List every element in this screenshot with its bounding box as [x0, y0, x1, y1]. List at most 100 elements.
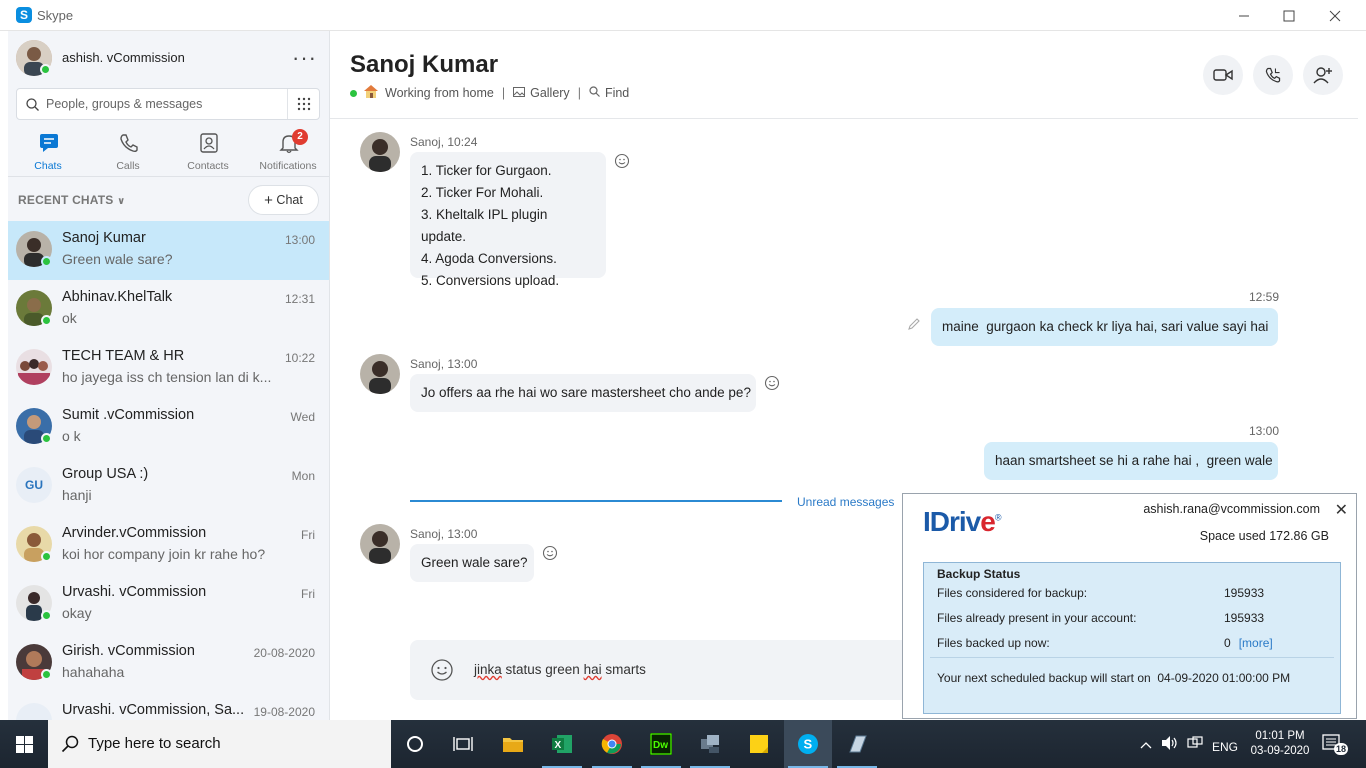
chat-item-urvashi-group[interactable]: Urvashi. vCommission, Sa... 19-08-2020: [8, 693, 329, 720]
more-link[interactable]: [more]: [1239, 636, 1273, 650]
search-box[interactable]: People, groups & messages: [16, 88, 320, 120]
sender-avatar[interactable]: [360, 354, 400, 394]
chat-item-sumit[interactable]: Sumit .vCommission o k Wed: [8, 398, 329, 457]
chat-bubble-icon: [40, 134, 58, 152]
close-icon[interactable]: ✕: [1335, 500, 1348, 520]
tab-chats[interactable]: Chats: [8, 126, 88, 174]
message-time: 12:59: [1249, 290, 1280, 304]
svg-text:Dw: Dw: [653, 740, 668, 751]
chrome-app[interactable]: [588, 720, 636, 768]
taskbar-search-placeholder: Type here to search: [88, 735, 221, 752]
chat-preview: ho jayega iss ch tension lan di k...: [62, 369, 272, 385]
chat-item-group-usa[interactable]: GU Group USA :) hanji Mon: [8, 457, 329, 516]
conversation-meta: Working from home | Gallery | Find: [350, 84, 629, 102]
start-button[interactable]: [0, 720, 48, 768]
skype-logo-icon: S: [16, 7, 32, 23]
volume-button[interactable]: [1161, 735, 1179, 754]
system-clock[interactable]: 01:01 PM 03-09-2020: [1245, 729, 1315, 759]
excel-app[interactable]: X: [538, 720, 586, 768]
conversation-title[interactable]: Sanoj Kumar: [350, 51, 498, 79]
chat-item-sanoj-kumar[interactable]: Sanoj Kumar Green wale sare? 13:00: [8, 221, 329, 280]
chevron-up-icon: [1140, 742, 1152, 749]
react-emoji-icon[interactable]: [764, 375, 780, 391]
backup-status-panel: Backup Status Files considered for backu…: [923, 562, 1341, 714]
status-text[interactable]: Working from home: [385, 86, 494, 100]
clock-time: 01:01 PM: [1255, 730, 1305, 742]
show-hidden-icons-button[interactable]: [1140, 738, 1152, 752]
online-status-dot: [41, 551, 52, 562]
react-emoji-icon[interactable]: [614, 153, 630, 169]
notification-count: 18: [1334, 743, 1349, 755]
avatar: [16, 703, 52, 720]
close-button[interactable]: [1312, 0, 1358, 31]
chat-item-arvinder[interactable]: Arvinder.vCommission koi hor company joi…: [8, 516, 329, 575]
dreamweaver-app[interactable]: Dw: [637, 720, 685, 768]
maximize-button[interactable]: [1266, 0, 1312, 31]
file-explorer-app[interactable]: [489, 720, 537, 768]
chat-item-abhinav[interactable]: Abhinav.KhelTalk ok 12:31: [8, 280, 329, 339]
sender-avatar[interactable]: [360, 524, 400, 564]
svg-text:S: S: [804, 737, 813, 752]
find-link[interactable]: Find: [605, 86, 629, 100]
new-chat-button[interactable]: + Chat: [248, 185, 319, 215]
compose-text: smarts: [601, 662, 646, 677]
sticky-notes-app[interactable]: [735, 720, 783, 768]
chat-item-urvashi[interactable]: Urvashi. vCommission okay Fri: [8, 575, 329, 634]
language-indicator[interactable]: ENG: [1212, 740, 1238, 754]
chat-item-tech-team[interactable]: TECH TEAM & HR ho jayega iss ch tension …: [8, 339, 329, 398]
recent-chats-header[interactable]: RECENT CHATS ∨: [18, 193, 125, 207]
tab-notifications[interactable]: 2 Notifications: [248, 126, 328, 174]
message-bubble[interactable]: Jo offers aa rhe hai wo sare mastersheet…: [410, 374, 756, 412]
message-line: 3. Kheltalk IPL plugin update.: [421, 207, 548, 244]
chat-time: Fri: [301, 587, 315, 601]
chat-preview: hahahaha: [62, 664, 125, 680]
idrive-logo-text: IDriv: [923, 506, 981, 537]
sender-avatar[interactable]: [360, 132, 400, 172]
minimize-button[interactable]: [1221, 0, 1267, 31]
idrive-space-used: Space used 172.86 GB: [1199, 529, 1329, 543]
more-options-icon[interactable]: ···: [292, 45, 317, 71]
profile-name[interactable]: ashish. vCommission: [62, 50, 185, 65]
message-bubble-outgoing[interactable]: maine gurgaon ka check kr liya hai, sari…: [931, 308, 1278, 346]
chat-name: Girish. vCommission: [62, 643, 195, 659]
unread-label: Unread messages: [797, 495, 895, 509]
message-bubble[interactable]: Green wale sare?: [410, 544, 534, 582]
idrive-app[interactable]: [833, 720, 881, 768]
backup-row-value: 195933: [1224, 586, 1265, 600]
compose-text: status green: [501, 662, 584, 677]
chat-item-girish[interactable]: Girish. vCommission hahahaha 20-08-2020: [8, 634, 329, 693]
react-emoji-icon[interactable]: [542, 545, 558, 561]
action-center-button[interactable]: 18: [1322, 734, 1349, 757]
message-time: 13:00: [1249, 424, 1280, 438]
audio-call-button[interactable]: [1253, 55, 1293, 95]
emoji-icon[interactable]: [430, 658, 454, 682]
network-app[interactable]: [686, 720, 734, 768]
message-bubble[interactable]: 1. Ticker for Gurgaon. 2. Ticker For Moh…: [410, 152, 606, 288]
skype-icon: S: [798, 734, 818, 754]
compose-input[interactable]: jinka status green hai smarts: [474, 662, 646, 677]
window-title: Skype: [37, 8, 74, 23]
tab-contacts[interactable]: Contacts: [168, 126, 248, 174]
dialpad-button[interactable]: [287, 89, 319, 119]
misspelled-word: jinka: [474, 662, 502, 677]
gallery-link[interactable]: Gallery: [530, 86, 570, 100]
task-view-button[interactable]: [439, 720, 487, 768]
cortana-button[interactable]: [391, 720, 439, 768]
dialpad-icon: [297, 97, 310, 111]
next-backup-value: 04-09-2020 01:00:00 PM: [1157, 671, 1291, 685]
message-bubble-outgoing[interactable]: haan smartsheet se hi a rahe hai , green…: [984, 442, 1278, 480]
dreamweaver-icon: Dw: [650, 733, 672, 755]
chat-name: Urvashi. vCommission, Sa...: [62, 702, 245, 718]
tab-calls[interactable]: Calls: [88, 126, 168, 174]
network-button[interactable]: [1187, 736, 1203, 753]
minimize-icon: [1239, 15, 1249, 16]
video-call-button[interactable]: [1203, 55, 1243, 95]
backup-row-value: 0: [1224, 636, 1231, 650]
add-people-button[interactable]: [1303, 55, 1343, 95]
taskbar-search-box[interactable]: Type here to search: [48, 720, 391, 768]
skype-app[interactable]: S: [784, 720, 832, 768]
online-status-dot: [41, 433, 52, 444]
idrive-taskbar-icon: [849, 735, 867, 753]
edit-pencil-icon[interactable]: [907, 317, 921, 331]
sticky-notes-icon: [750, 735, 768, 753]
